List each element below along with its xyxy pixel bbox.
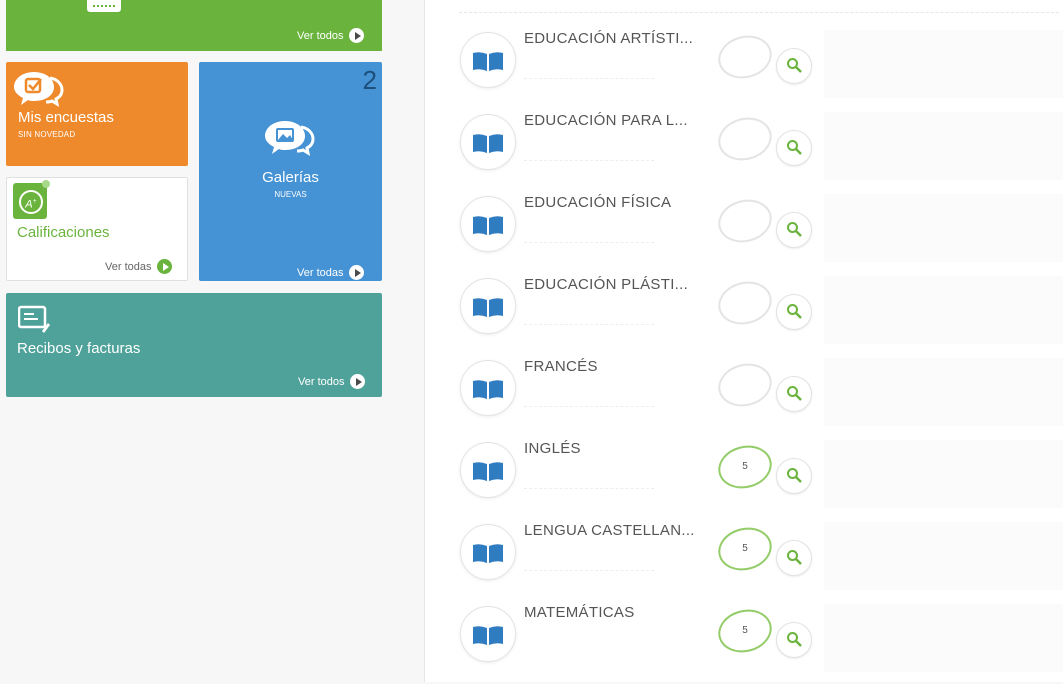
galerias-tile[interactable]: 2 Galerías NUEVAS Ver todas <box>199 62 382 281</box>
row-background <box>824 358 1063 426</box>
subject-underline <box>524 242 654 243</box>
grade-badge: 5 <box>713 522 777 576</box>
grade-badge <box>713 112 777 166</box>
subject-name: EDUCACIÓN ARTÍSTI... <box>524 30 694 47</box>
encuestas-status: SIN NOVEDAD <box>18 130 76 139</box>
magnifier-icon[interactable] <box>776 622 812 658</box>
subject-underline <box>524 78 654 79</box>
play-circle-icon <box>349 265 365 280</box>
subject-underline <box>524 160 654 161</box>
grade-badge: 5 <box>713 604 777 658</box>
row-background <box>824 604 1063 672</box>
book-icon <box>460 278 516 334</box>
top-tile[interactable]: Ver todos <box>6 0 382 51</box>
subject-row: EDUCACIÓN PARA L... <box>460 110 1063 192</box>
subject-underline <box>524 488 654 489</box>
play-circle-icon <box>350 374 366 389</box>
row-background <box>824 276 1063 344</box>
subject-underline <box>524 324 654 325</box>
grade-badge <box>713 358 777 412</box>
ver-label: Ver todos <box>297 29 344 42</box>
dashboard-panel: Ver todos Mis encuestas SIN NOVEDAD 2 Ga… <box>0 0 424 682</box>
play-circle-icon <box>349 28 365 43</box>
subject-row: INGLÉS 5 <box>460 438 1063 520</box>
magnifier-icon[interactable] <box>776 294 812 330</box>
survey-chat-icon <box>14 72 64 108</box>
play-circle-icon <box>157 259 173 274</box>
magnifier-icon[interactable] <box>776 540 812 576</box>
ver-label: Ver todas <box>297 266 344 279</box>
grade-badge <box>713 194 777 248</box>
book-icon <box>460 196 516 252</box>
magnifier-icon[interactable] <box>776 48 812 84</box>
subject-underline <box>524 570 654 571</box>
ver-todos-recibos-link[interactable]: Ver todos <box>298 374 366 389</box>
subject-name: LENGUA CASTELLAN... <box>524 522 695 539</box>
subject-name: EDUCACIÓN PARA L... <box>524 112 688 129</box>
grade-badge <box>713 30 777 84</box>
encuestas-title: Mis encuestas <box>18 109 114 126</box>
subject-name: MATEMÁTICAS <box>524 604 635 621</box>
subject-row: FRANCÉS <box>460 356 1063 438</box>
book-icon <box>460 114 516 170</box>
list-top-separator <box>459 12 1059 13</box>
subject-name: INGLÉS <box>524 440 581 457</box>
subject-name: FRANCÉS <box>524 358 598 375</box>
grade-badge <box>713 276 777 330</box>
book-icon <box>460 32 516 88</box>
book-icon <box>460 360 516 416</box>
magnifier-icon[interactable] <box>776 130 812 166</box>
grade-badge: 5 <box>713 440 777 494</box>
magnifier-icon[interactable] <box>776 458 812 494</box>
calificaciones-title: Calificaciones <box>17 224 110 241</box>
mis-encuestas-tile[interactable]: Mis encuestas SIN NOVEDAD <box>6 62 188 166</box>
ver-todas-galerias-link[interactable]: Ver todas <box>297 265 365 280</box>
galerias-status: NUEVAS <box>274 190 307 199</box>
subject-row: LENGUA CASTELLAN... 5 <box>460 520 1063 602</box>
galerias-title: Galerías <box>262 169 319 186</box>
row-background <box>824 194 1063 262</box>
calendar-icon <box>87 0 121 12</box>
subject-row: MATEMÁTICAS 5 <box>460 602 1063 684</box>
recibos-tile[interactable]: Recibos y facturas Ver todos <box>6 293 382 397</box>
subject-name: EDUCACIÓN FÍSICA <box>524 194 672 211</box>
ver-todas-calificaciones-link[interactable]: Ver todas <box>105 259 173 274</box>
book-icon <box>460 606 516 662</box>
subject-underline <box>524 406 654 407</box>
grade-a-plus-icon: A+ <box>13 180 50 219</box>
receipt-card-icon <box>18 305 50 333</box>
row-background <box>824 112 1063 180</box>
row-background <box>824 30 1063 98</box>
magnifier-icon[interactable] <box>776 212 812 248</box>
row-background <box>824 440 1063 508</box>
ver-todos-link[interactable]: Ver todos <box>297 28 365 43</box>
recibos-title: Recibos y facturas <box>17 340 141 357</box>
ver-label: Ver todas <box>105 260 152 273</box>
book-icon <box>460 524 516 580</box>
subject-row: EDUCACIÓN ARTÍSTI... <box>460 28 1063 110</box>
book-icon <box>460 442 516 498</box>
row-background <box>824 522 1063 590</box>
gallery-chat-icon <box>265 121 315 157</box>
ver-label: Ver todos <box>298 375 345 388</box>
calificaciones-tile[interactable]: A+ Calificaciones Ver todas <box>6 177 188 281</box>
subject-name: EDUCACIÓN PLÁSTI... <box>524 276 689 293</box>
magnifier-icon[interactable] <box>776 376 812 412</box>
galerias-count: 2 <box>362 65 377 95</box>
subject-row: EDUCACIÓN FÍSICA <box>460 192 1063 274</box>
subject-row: EDUCACIÓN PLÁSTI... <box>460 274 1063 356</box>
